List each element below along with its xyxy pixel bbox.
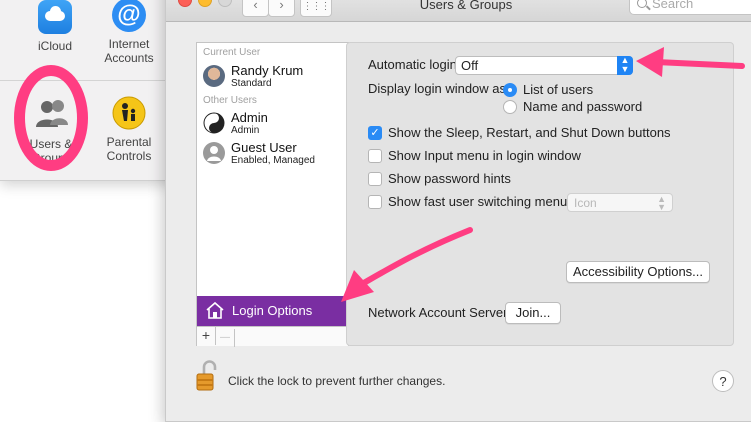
- remove-user-button[interactable]: —: [216, 329, 235, 347]
- checkbox-sleep-restart-label: Show the Sleep, Restart, and Shut Down b…: [388, 125, 671, 140]
- pref-internet-accounts-label: Internet Accounts: [104, 37, 154, 65]
- at-sign-icon: @: [112, 0, 146, 32]
- radio-name-and-password[interactable]: [503, 100, 517, 114]
- search-field[interactable]: Search: [629, 0, 751, 15]
- icloud-icon: [38, 0, 72, 34]
- automatic-login-value: Off: [461, 58, 479, 73]
- display-login-label: Display login window as:: [368, 81, 510, 96]
- pref-parental-controls-label: Parental Controls: [106, 135, 152, 163]
- yin-yang-icon: [203, 112, 225, 134]
- current-user-header: Current User: [203, 47, 261, 58]
- user-name: Guest User: [231, 140, 297, 155]
- user-role: Enabled, Managed: [231, 155, 315, 166]
- login-options-item[interactable]: Login Options: [197, 296, 348, 326]
- checkbox-input-menu-label: Show Input menu in login window: [388, 148, 581, 163]
- fast-switch-style-value: Icon: [574, 196, 597, 210]
- automatic-login-popup[interactable]: Off ▲ ▼: [455, 56, 633, 75]
- automatic-login-label: Automatic login:: [368, 57, 461, 72]
- checkbox-input-menu[interactable]: [368, 149, 382, 163]
- other-users-header: Other Users: [203, 95, 257, 106]
- user-name: Admin: [231, 110, 268, 125]
- search-placeholder: Search: [652, 0, 694, 11]
- guest-avatar-icon: [203, 142, 225, 164]
- pref-internet-accounts[interactable]: @ Internet Accounts: [92, 0, 166, 65]
- checkbox-sleep-restart[interactable]: ✓: [368, 126, 382, 140]
- radio-list-of-users[interactable]: [503, 83, 517, 97]
- accessibility-options-button[interactable]: Accessibility Options...: [566, 261, 710, 283]
- user-name: Randy Krum: [231, 63, 304, 78]
- users-list: Current User Randy Krum Standard Other U…: [196, 42, 349, 347]
- checkbox-password-hints[interactable]: [368, 172, 382, 186]
- pref-icloud-label: iCloud: [37, 39, 73, 53]
- updown-arrows-icon: ▲ ▼: [617, 56, 633, 75]
- pref-icloud[interactable]: iCloud: [18, 0, 92, 53]
- login-options-pane: Automatic login: Off ▲ ▼ Display login wi…: [346, 42, 734, 346]
- checkbox-password-hints-label: Show password hints: [388, 171, 511, 186]
- join-button[interactable]: Join...: [505, 302, 561, 324]
- system-preferences-window: iCloud @ Internet Accounts Users & Group…: [0, 0, 191, 181]
- parental-controls-icon: [112, 96, 146, 130]
- fast-switch-style-popup[interactable]: Icon ▲ ▼: [567, 193, 673, 212]
- title-bar: ‹ › ⋮⋮⋮ Users & Groups Search: [166, 0, 751, 22]
- help-button[interactable]: ?: [712, 370, 734, 392]
- annotation-circle: [14, 65, 88, 171]
- checkbox-fast-user-switching[interactable]: [368, 195, 382, 209]
- house-icon: [205, 301, 225, 324]
- lock-button[interactable]: [196, 360, 218, 397]
- unlocked-padlock-icon: [196, 360, 218, 396]
- users-groups-window: ‹ › ⋮⋮⋮ Users & Groups Search Current Us…: [165, 0, 751, 422]
- radio-list-of-users-label: List of users: [523, 82, 594, 97]
- add-user-button[interactable]: +: [197, 327, 216, 345]
- pref-parental-controls[interactable]: Parental Controls: [92, 96, 166, 163]
- lock-message: Click the lock to prevent further change…: [228, 374, 446, 388]
- avatar: [203, 65, 225, 87]
- search-icon: [637, 0, 647, 8]
- updown-arrows-icon: ▲ ▼: [657, 194, 666, 212]
- radio-name-and-password-label: Name and password: [523, 99, 643, 114]
- user-role: Admin: [231, 125, 260, 136]
- checkmark-icon: ✓: [370, 127, 380, 139]
- user-role: Standard: [231, 78, 272, 89]
- login-options-label: Login Options: [232, 303, 313, 318]
- network-server-label: Network Account Server:: [368, 305, 512, 320]
- checkbox-fast-user-switching-label: Show fast user switching menu as: [388, 194, 585, 209]
- list-controls: + —: [197, 326, 348, 347]
